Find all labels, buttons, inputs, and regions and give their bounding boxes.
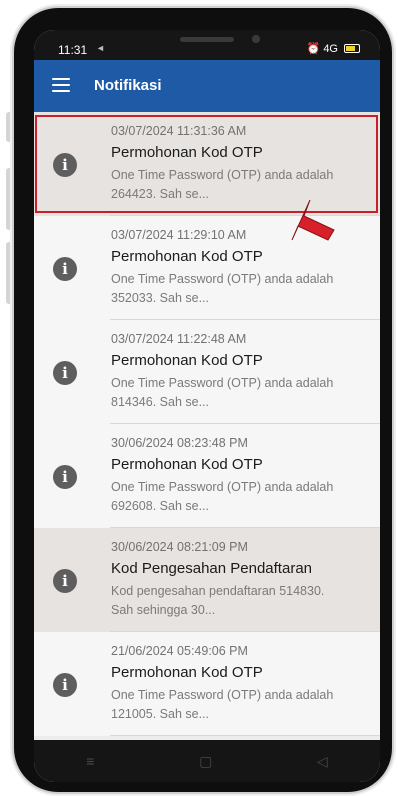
- notification-body: One Time Password (OTP) anda adalah 1210…: [111, 688, 334, 721]
- notification-title: Kod Pengesahan Pendaftaran: [111, 560, 312, 577]
- notification-item[interactable]: i 30/06/2024 08:23:48 PM Permohonan Kod …: [34, 424, 380, 528]
- back-icon[interactable]: ◁: [317, 753, 328, 770]
- divider: [110, 735, 380, 736]
- notification-body: Kod pengesahan pendaftaran 514830. Sah s…: [111, 584, 325, 617]
- notification-title: Permohonan Kod OTP: [111, 456, 263, 473]
- phone-volume-down-button: [6, 242, 12, 304]
- notification-item[interactable]: i 03/07/2024 11:22:48 AM Permohonan Kod …: [34, 320, 380, 424]
- notification-title: Permohonan Kod OTP: [111, 248, 263, 265]
- alarm-signal-icons: ⏰ 4G: [306, 43, 338, 55]
- notification-item[interactable]: i 03/07/2024 11:29:10 AM Permohonan Kod …: [34, 216, 380, 320]
- phone-speaker: [180, 37, 234, 42]
- notification-title: Permohonan Kod OTP: [111, 352, 263, 369]
- notification-body: One Time Password (OTP) anda adalah 6926…: [111, 480, 334, 513]
- phone-screen: 11:31 ◄ ⏰ 4G Notifikasi i 03/07/2024 11:…: [34, 30, 380, 782]
- notification-item[interactable]: i 30/06/2024 08:21:09 PM Kod Pengesahan …: [34, 528, 380, 632]
- info-icon: i: [53, 465, 77, 489]
- notification-body: One Time Password (OTP) anda adalah 2644…: [111, 168, 334, 201]
- app-bar: Notifikasi: [34, 60, 380, 112]
- notification-date: 30/06/2024 08:21:09 PM: [111, 540, 248, 554]
- notification-date: 03/07/2024 11:31:36 AM: [111, 124, 247, 138]
- phone-camera: [252, 35, 260, 43]
- notification-date: 30/06/2024 08:23:48 PM: [111, 436, 248, 450]
- page-title: Notifikasi: [94, 77, 162, 94]
- battery-icon: [344, 44, 360, 53]
- notification-item[interactable]: i 03/07/2024 11:31:36 AM Permohonan Kod …: [34, 112, 380, 216]
- navigation-arrow-icon: ◄: [96, 43, 105, 53]
- notification-date: 03/07/2024 11:29:10 AM: [111, 228, 247, 242]
- notification-title: Permohonan Kod OTP: [111, 664, 263, 681]
- hamburger-menu-icon[interactable]: [52, 78, 70, 92]
- notification-title: Permohonan Kod OTP: [111, 144, 263, 161]
- phone-side-button: [6, 112, 12, 142]
- home-icon[interactable]: ▢: [199, 753, 212, 770]
- recent-apps-icon[interactable]: ≡: [86, 753, 94, 769]
- notification-list: i 03/07/2024 11:31:36 AM Permohonan Kod …: [34, 112, 380, 736]
- info-icon: i: [53, 361, 77, 385]
- info-icon: i: [53, 569, 77, 593]
- notification-body: One Time Password (OTP) anda adalah 3520…: [111, 272, 334, 305]
- system-nav-bar: ≡ ▢ ◁: [34, 740, 380, 782]
- notification-body: One Time Password (OTP) anda adalah 8143…: [111, 376, 334, 409]
- status-icons: ⏰ 4G: [307, 42, 360, 55]
- status-bar: 11:31 ◄ ⏰ 4G: [34, 30, 380, 60]
- notification-date: 21/06/2024 05:49:06 PM: [111, 644, 248, 658]
- info-icon: i: [53, 153, 77, 177]
- status-time: 11:31: [58, 43, 88, 57]
- phone-volume-up-button: [6, 168, 12, 230]
- notification-date: 03/07/2024 11:22:48 AM: [111, 332, 247, 346]
- notification-item[interactable]: i 21/06/2024 05:49:06 PM Permohonan Kod …: [34, 632, 380, 736]
- info-icon: i: [53, 673, 77, 697]
- info-icon: i: [53, 257, 77, 281]
